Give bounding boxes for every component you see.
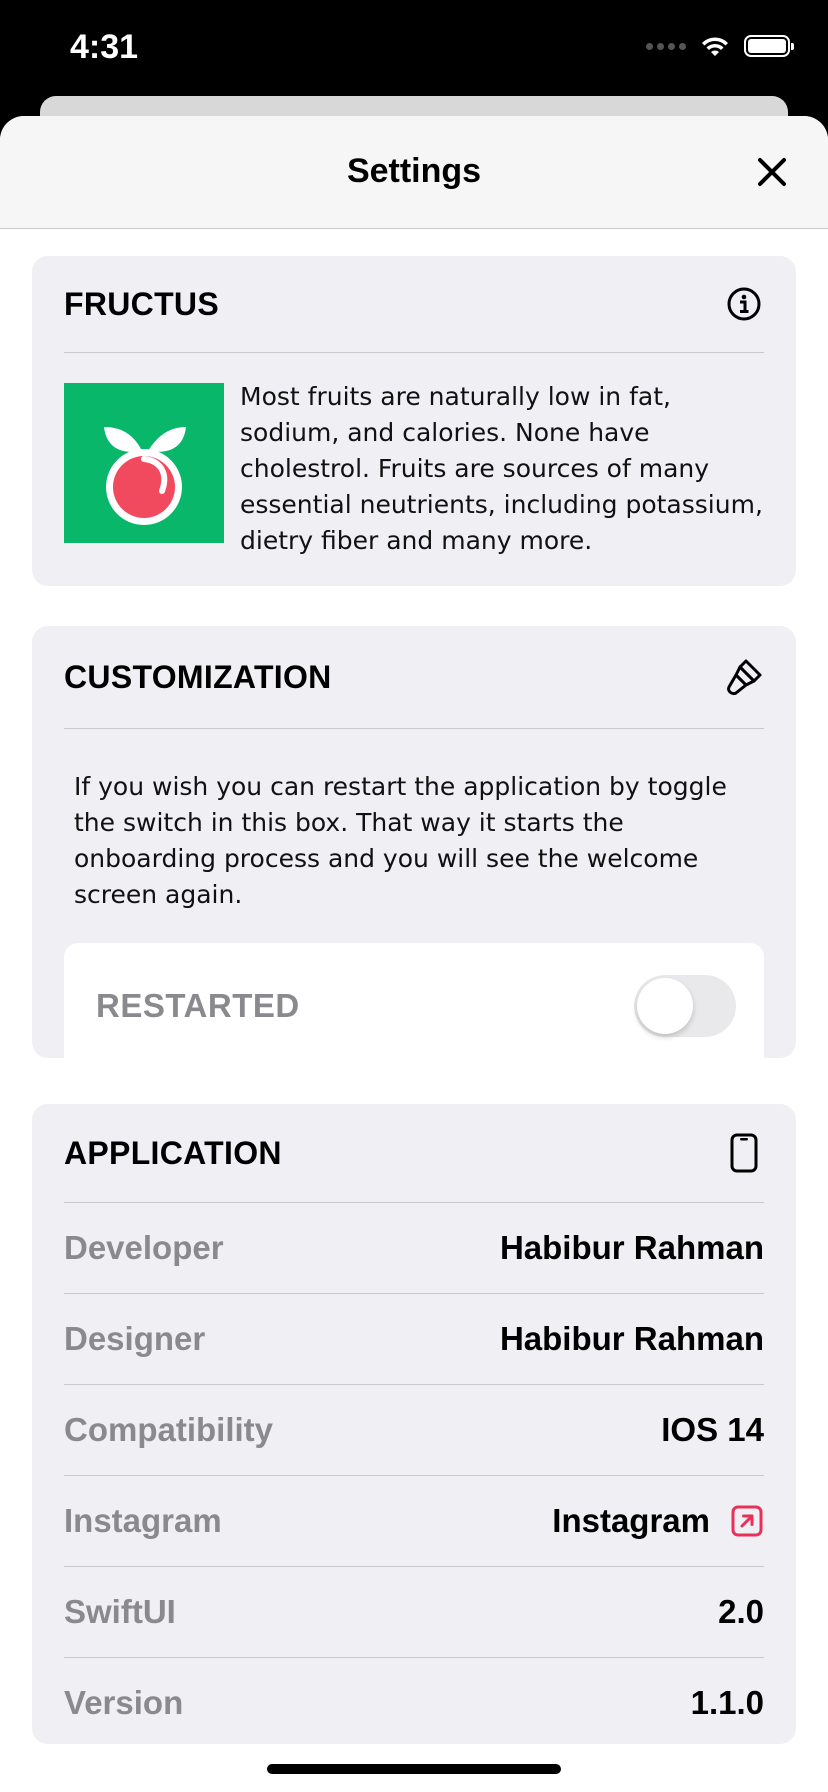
navigation-bar: Settings bbox=[0, 116, 828, 229]
info-value: 1.1.0 bbox=[690, 1684, 764, 1721]
info-row-version: Version 1.1.0 bbox=[64, 1658, 764, 1748]
info-value: Habibur Rahman bbox=[499, 1229, 764, 1266]
info-key: Version bbox=[64, 1684, 184, 1721]
info-row-developer: Developer Habibur Rahman bbox=[64, 1203, 764, 1294]
paintbrush-icon bbox=[724, 657, 764, 697]
instagram-link-label[interactable]: Instagram bbox=[552, 1502, 710, 1540]
restart-toggle-row: RESTARTED bbox=[64, 943, 764, 1069]
info-key: SwiftUI bbox=[64, 1593, 176, 1630]
battery-icon bbox=[744, 35, 794, 57]
fructus-title: FRUCTUS bbox=[64, 285, 219, 322]
external-link-icon[interactable] bbox=[730, 1504, 764, 1538]
fructus-header: FRUCTUS bbox=[64, 256, 764, 353]
customization-card: CUSTOMIZATION If you wish you can restar… bbox=[32, 626, 796, 1069]
instagram-link[interactable]: Instagram bbox=[552, 1502, 764, 1540]
cellular-signal-icon bbox=[646, 42, 686, 50]
info-row-designer: Designer Habibur Rahman bbox=[64, 1294, 764, 1385]
info-row-swiftui: SwiftUI 2.0 bbox=[64, 1567, 764, 1658]
application-info-list: Developer Habibur Rahman Designer Habibu… bbox=[64, 1203, 764, 1748]
info-value: IOS 14 bbox=[661, 1411, 764, 1448]
fructus-card: FRUCTUS Most fruits are naturally low in… bbox=[32, 256, 796, 586]
info-key: Developer bbox=[64, 1229, 224, 1266]
settings-sheet: Settings FRUCTUS Most fruits are natural… bbox=[0, 116, 828, 1792]
status-time: 4:31 bbox=[70, 28, 139, 66]
status-icons bbox=[646, 34, 794, 58]
customization-description: If you wish you can restart the applicat… bbox=[74, 772, 727, 909]
restart-toggle[interactable] bbox=[634, 975, 736, 1037]
info-row-compatibility: Compatibility IOS 14 bbox=[64, 1385, 764, 1476]
info-key: Designer bbox=[64, 1320, 206, 1357]
application-title: APPLICATION bbox=[64, 1134, 282, 1171]
iphone-icon bbox=[724, 1133, 764, 1173]
close-icon[interactable] bbox=[752, 152, 792, 192]
info-value: 2.0 bbox=[718, 1593, 764, 1630]
home-indicator[interactable] bbox=[267, 1764, 561, 1774]
restart-toggle-label: RESTARTED bbox=[96, 987, 300, 1024]
info-key: Instagram bbox=[64, 1502, 222, 1539]
application-header: APPLICATION bbox=[64, 1104, 764, 1203]
wifi-icon bbox=[702, 37, 728, 56]
toggle-knob bbox=[637, 978, 693, 1034]
application-card: APPLICATION Developer Habibur Rahman Des… bbox=[32, 1104, 796, 1744]
info-row-instagram[interactable]: Instagram Instagram bbox=[64, 1476, 764, 1567]
info-value: Habibur Rahman bbox=[499, 1320, 764, 1357]
info-key: Compatibility bbox=[64, 1411, 274, 1448]
customization-header: CUSTOMIZATION bbox=[64, 626, 764, 729]
status-bar: 4:31 bbox=[0, 0, 828, 100]
fructus-body: Most fruits are naturally low in fat, so… bbox=[64, 353, 764, 559]
customization-title: CUSTOMIZATION bbox=[64, 658, 332, 695]
page-title: Settings bbox=[346, 152, 482, 190]
app-logo bbox=[64, 383, 224, 543]
info-icon bbox=[724, 284, 764, 324]
fructus-description: Most fruits are naturally low in fat, so… bbox=[240, 382, 763, 555]
